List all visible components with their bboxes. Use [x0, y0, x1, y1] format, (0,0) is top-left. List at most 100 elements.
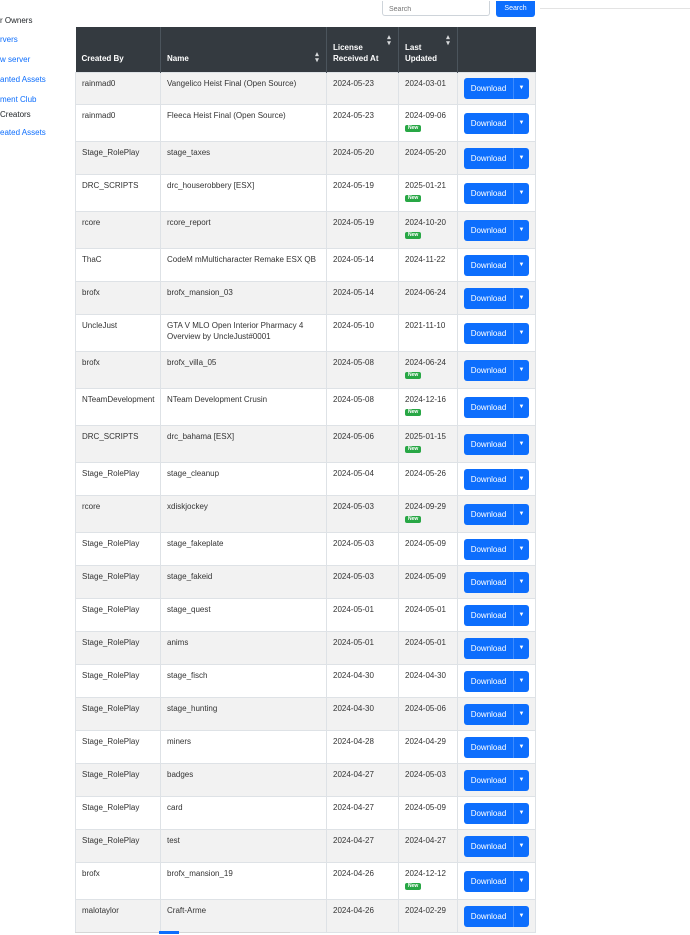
download-button[interactable]: Download: [464, 396, 513, 418]
updated-cell: 2024-05-09: [398, 532, 458, 566]
download-button[interactable]: Download: [464, 287, 513, 309]
creator-name: Stage_RolePlay: [82, 836, 140, 845]
table-row: brofx brofx_mansion_19 2024-04-26 2024-12-1…: [75, 862, 536, 900]
new-badge: New: [405, 195, 422, 202]
download-button[interactable]: Download: [464, 703, 513, 725]
download-button[interactable]: Download: [464, 219, 513, 241]
search-button[interactable]: Search: [496, 1, 535, 17]
download-button[interactable]: Download: [464, 571, 513, 593]
caret-down-icon[interactable]: ▼: [513, 905, 529, 927]
created-by-cell: brofx: [75, 862, 161, 900]
download-button[interactable]: Download: [464, 905, 513, 927]
table-row: Stage_RolePlay stage_taxes 2024-05-20 2024-…: [75, 141, 536, 175]
sort-icon[interactable]: ▴ ▾: [314, 51, 320, 64]
sidebar-item-granted-assets[interactable]: anted Assets: [0, 75, 46, 84]
caret-down-icon[interactable]: ▼: [513, 433, 529, 455]
created-by-cell: Stage_RolePlay: [75, 565, 161, 599]
caret-down-icon[interactable]: ▼: [513, 78, 529, 99]
table-row: brofx brofx_mansion_03 2024-05-14 2024-06-2…: [75, 281, 536, 315]
caret-down-icon[interactable]: ▼: [513, 637, 529, 659]
caret-down-icon[interactable]: ▼: [513, 359, 529, 381]
caret-down-icon[interactable]: ▼: [513, 396, 529, 418]
sidebar-item-owners[interactable]: r Owners: [0, 16, 32, 25]
column-header-name[interactable]: Name ▴ ▾: [160, 27, 327, 73]
updated-cell: 2024-05-09: [398, 796, 458, 830]
download-button[interactable]: Download: [464, 322, 513, 344]
license-date: 2024-04-27: [333, 803, 374, 812]
download-button[interactable]: Download: [464, 802, 513, 824]
caret-down-icon[interactable]: ▼: [513, 703, 529, 725]
download-button[interactable]: Download: [464, 359, 513, 381]
column-header-created-by[interactable]: Created By: [75, 27, 161, 73]
license-cell: 2024-04-27: [326, 763, 399, 797]
creator-name: Stage_RolePlay: [82, 704, 140, 713]
updated-date: 2024-05-06: [405, 704, 446, 713]
download-button[interactable]: Download: [464, 670, 513, 692]
name-cell: stage_quest: [160, 598, 327, 632]
download-button[interactable]: Download: [464, 112, 513, 134]
download-button[interactable]: Download: [464, 604, 513, 626]
license-date: 2024-05-08: [333, 358, 374, 367]
download-button[interactable]: Download: [464, 468, 513, 490]
sort-icon[interactable]: ▴ ▾: [445, 34, 451, 47]
caret-down-icon[interactable]: ▼: [513, 736, 529, 758]
license-cell: 2024-05-01: [326, 598, 399, 632]
table-row: NTeamDevelopment NTeam Development Crusin…: [75, 388, 536, 426]
license-cell: 2024-05-19: [326, 174, 399, 212]
download-button[interactable]: Download: [464, 182, 513, 204]
table-row: Stage_RolePlay stage_fakeid 2024-05-03 2024…: [75, 565, 536, 599]
pagination-active-page[interactable]: [159, 931, 179, 934]
download-button[interactable]: Download: [464, 538, 513, 560]
creator-name: UncleJust: [82, 321, 118, 330]
caret-down-icon[interactable]: ▼: [513, 571, 529, 593]
caret-down-icon[interactable]: ▼: [513, 182, 529, 204]
caret-down-icon[interactable]: ▼: [513, 287, 529, 309]
caret-down-icon[interactable]: ▼: [513, 147, 529, 169]
caret-down-icon[interactable]: ▼: [513, 538, 529, 560]
download-button-group: Download ▼: [464, 112, 529, 134]
license-date: 2024-05-03: [333, 502, 374, 511]
caret-down-icon[interactable]: ▼: [513, 322, 529, 344]
caret-down-icon[interactable]: ▼: [513, 835, 529, 857]
updated-date: 2024-05-26: [405, 469, 446, 478]
download-button[interactable]: Download: [464, 736, 513, 758]
download-button[interactable]: Download: [464, 254, 513, 276]
table-row: UncleJust GTA V MLO Open Interior Pharmac…: [75, 314, 536, 352]
license-date: 2024-05-20: [333, 148, 374, 157]
license-cell: 2024-05-23: [326, 104, 399, 142]
asset-name: stage_fakeid: [167, 572, 213, 581]
sort-icon[interactable]: ▴ ▾: [386, 34, 392, 47]
action-cell: Download ▼: [457, 462, 536, 496]
download-button[interactable]: Download: [464, 835, 513, 857]
sidebar-item-created-assets[interactable]: eated Assets: [0, 128, 46, 137]
download-button[interactable]: Download: [464, 637, 513, 659]
caret-down-icon[interactable]: ▼: [513, 604, 529, 626]
download-button[interactable]: Download: [464, 78, 513, 99]
download-button[interactable]: Download: [464, 870, 513, 892]
caret-down-icon[interactable]: ▼: [513, 802, 529, 824]
download-button[interactable]: Download: [464, 433, 513, 455]
caret-down-icon[interactable]: ▼: [513, 254, 529, 276]
download-button[interactable]: Download: [464, 769, 513, 791]
sidebar-item-element-club[interactable]: ment Club: [0, 95, 36, 104]
creator-name: rainmad0: [82, 111, 116, 120]
column-header-license-received-at[interactable]: License Received At ▴ ▾: [326, 27, 399, 73]
caret-down-icon[interactable]: ▼: [513, 112, 529, 134]
caret-down-icon[interactable]: ▼: [513, 219, 529, 241]
caret-down-icon[interactable]: ▼: [513, 670, 529, 692]
caret-down-icon[interactable]: ▼: [513, 769, 529, 791]
creator-name: brofx: [82, 869, 100, 878]
column-header-label: License Received At: [333, 43, 379, 63]
sidebar-item-servers[interactable]: rvers: [0, 35, 18, 44]
name-cell: brofx_villa_05: [160, 351, 327, 389]
caret-down-icon[interactable]: ▼: [513, 503, 529, 525]
name-cell: brofx_mansion_03: [160, 281, 327, 315]
caret-down-icon[interactable]: ▼: [513, 468, 529, 490]
caret-down-icon[interactable]: ▼: [513, 870, 529, 892]
download-button[interactable]: Download: [464, 147, 513, 169]
search-input[interactable]: [382, 1, 490, 16]
sidebar-item-new-server[interactable]: w server: [0, 55, 30, 64]
column-header-last-updated[interactable]: Last Updated ▴ ▾: [398, 27, 458, 73]
license-date: 2024-05-03: [333, 539, 374, 548]
download-button[interactable]: Download: [464, 503, 513, 525]
